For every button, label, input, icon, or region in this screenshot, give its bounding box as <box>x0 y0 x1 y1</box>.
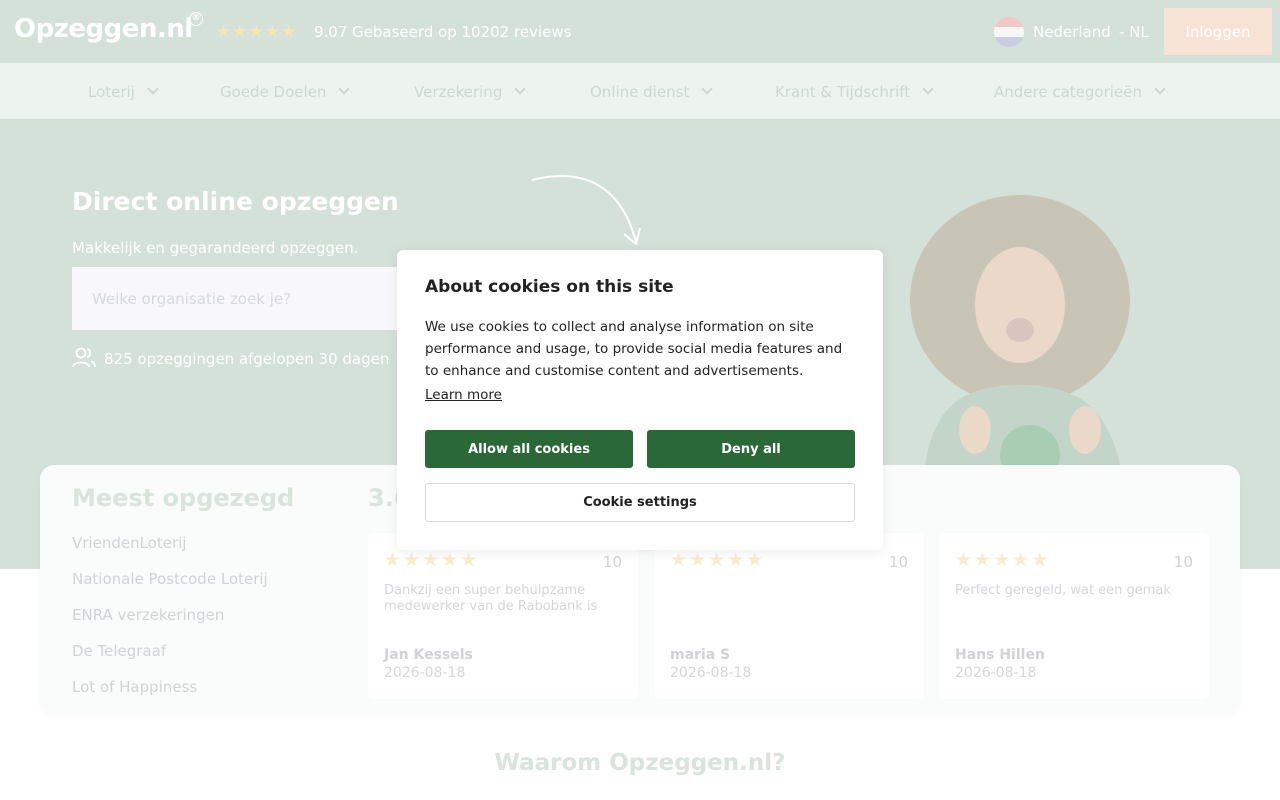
chevron-down-icon <box>147 83 159 95</box>
chevron-down-icon <box>701 83 713 95</box>
review-score: 10 <box>602 553 622 571</box>
review-score: 10 <box>888 553 908 571</box>
netherlands-flag-icon[interactable] <box>994 17 1024 47</box>
review-stars-icon: ★★★★★ <box>670 549 766 571</box>
most-cancelled-title: Meest opgezegd <box>72 484 295 512</box>
nav-item-goede-doelen[interactable]: Goede Doelen <box>220 83 351 101</box>
cookie-consent-dialog: About cookies on this site We use cookie… <box>397 250 883 550</box>
cookie-dialog-title: About cookies on this site <box>425 277 674 297</box>
review-stars-icon: ★★★★★ <box>384 549 480 571</box>
chevron-down-icon <box>338 83 351 95</box>
rating-score: 9.07 <box>314 23 348 41</box>
category-nav: Loterij Goede Doelen Verzekering Online … <box>0 63 1280 119</box>
nav-item-andere-categorieen[interactable]: Andere categorieën <box>994 83 1166 101</box>
reviews-count: Gebaseerd op 10202 reviews <box>352 23 572 41</box>
hero-subtitle: Makkelijk en gegarandeerd opzeggen. <box>72 239 359 257</box>
nav-item-online-dienst[interactable]: Online dienst <box>590 83 713 101</box>
rating-stars-icon: ★★★★★ <box>216 22 298 42</box>
cookie-settings-button[interactable]: Cookie settings <box>425 483 855 522</box>
nav-item-label: Online dienst <box>590 83 690 101</box>
decorative-arrow-icon <box>531 175 641 246</box>
nav-item-label: Loterij <box>88 83 135 101</box>
organisation-search-input[interactable] <box>72 267 412 330</box>
review-author: Hans Hillen <box>955 647 1045 663</box>
nav-item-label: Goede Doelen <box>220 83 327 101</box>
review-date: 2026-08-18 <box>670 665 752 681</box>
logo[interactable]: Opzeggen.nl <box>14 14 193 44</box>
list-item[interactable]: Nationale Postcode Loterij <box>72 570 268 588</box>
list-item[interactable]: De Telegraaf <box>72 642 166 660</box>
review-card[interactable]: ★★★★★ 10 Dankzij een super behulpzame me… <box>368 533 638 699</box>
top-bar: Opzeggen.nl ® ★★★★★ 9.07 Gebaseerd op 10… <box>0 0 1280 63</box>
chevron-down-icon <box>514 83 527 95</box>
country-code[interactable]: - NL <box>1119 23 1149 41</box>
nav-item-loterij[interactable]: Loterij <box>88 83 159 101</box>
nav-item-krant-tijdschrift[interactable]: Krant & Tijdschrift <box>775 83 934 101</box>
hero-title: Direct online opzeggen <box>72 187 399 216</box>
deny-all-button[interactable]: Deny all <box>647 430 855 468</box>
nav-item-verzekering[interactable]: Verzekering <box>414 83 527 101</box>
list-item[interactable]: Lot of Happiness <box>72 678 197 696</box>
review-author: maria S <box>670 647 731 663</box>
allow-all-cookies-button[interactable]: Allow all cookies <box>425 430 633 468</box>
login-button[interactable]: Inloggen <box>1164 8 1272 55</box>
review-date: 2026-08-18 <box>955 665 1037 681</box>
users-icon <box>72 347 96 368</box>
hero-woman-image <box>910 195 1130 465</box>
registered-mark-icon: ® <box>189 12 203 26</box>
review-text: Perfect geregeld, wat een gemak <box>955 583 1171 598</box>
review-card[interactable]: ★★★★★ 10 Perfect geregeld, wat een gemak… <box>939 533 1209 699</box>
nav-item-label: Verzekering <box>414 83 503 101</box>
nav-item-label: Krant & Tijdschrift <box>775 83 911 101</box>
nav-item-label: Andere categorieën <box>994 83 1142 101</box>
review-score: 10 <box>1173 553 1193 571</box>
chevron-down-icon <box>1154 83 1166 95</box>
review-author: Jan Kessels <box>384 647 473 663</box>
review-card[interactable]: ★★★★★ 10 maria S 2026-08-18 <box>654 533 924 699</box>
country-selector[interactable]: Nederland <box>1033 23 1111 41</box>
learn-more-link[interactable]: Learn more <box>425 387 502 403</box>
review-text: Dankzij een super behulpzame medewerker … <box>384 583 598 614</box>
cancellations-stat: 825 opzeggingen afgelopen 30 dagen <box>104 350 390 368</box>
list-item[interactable]: VriendenLoterij <box>72 534 186 552</box>
list-item[interactable]: ENRA verzekeringen <box>72 606 224 624</box>
review-stars-icon: ★★★★★ <box>955 549 1051 571</box>
why-section-title: Waarom Opzeggen.nl? <box>494 750 786 776</box>
review-date: 2026-08-18 <box>384 665 466 681</box>
cookie-dialog-text: We use cookies to collect and analyse in… <box>425 319 843 379</box>
chevron-down-icon <box>922 83 934 95</box>
